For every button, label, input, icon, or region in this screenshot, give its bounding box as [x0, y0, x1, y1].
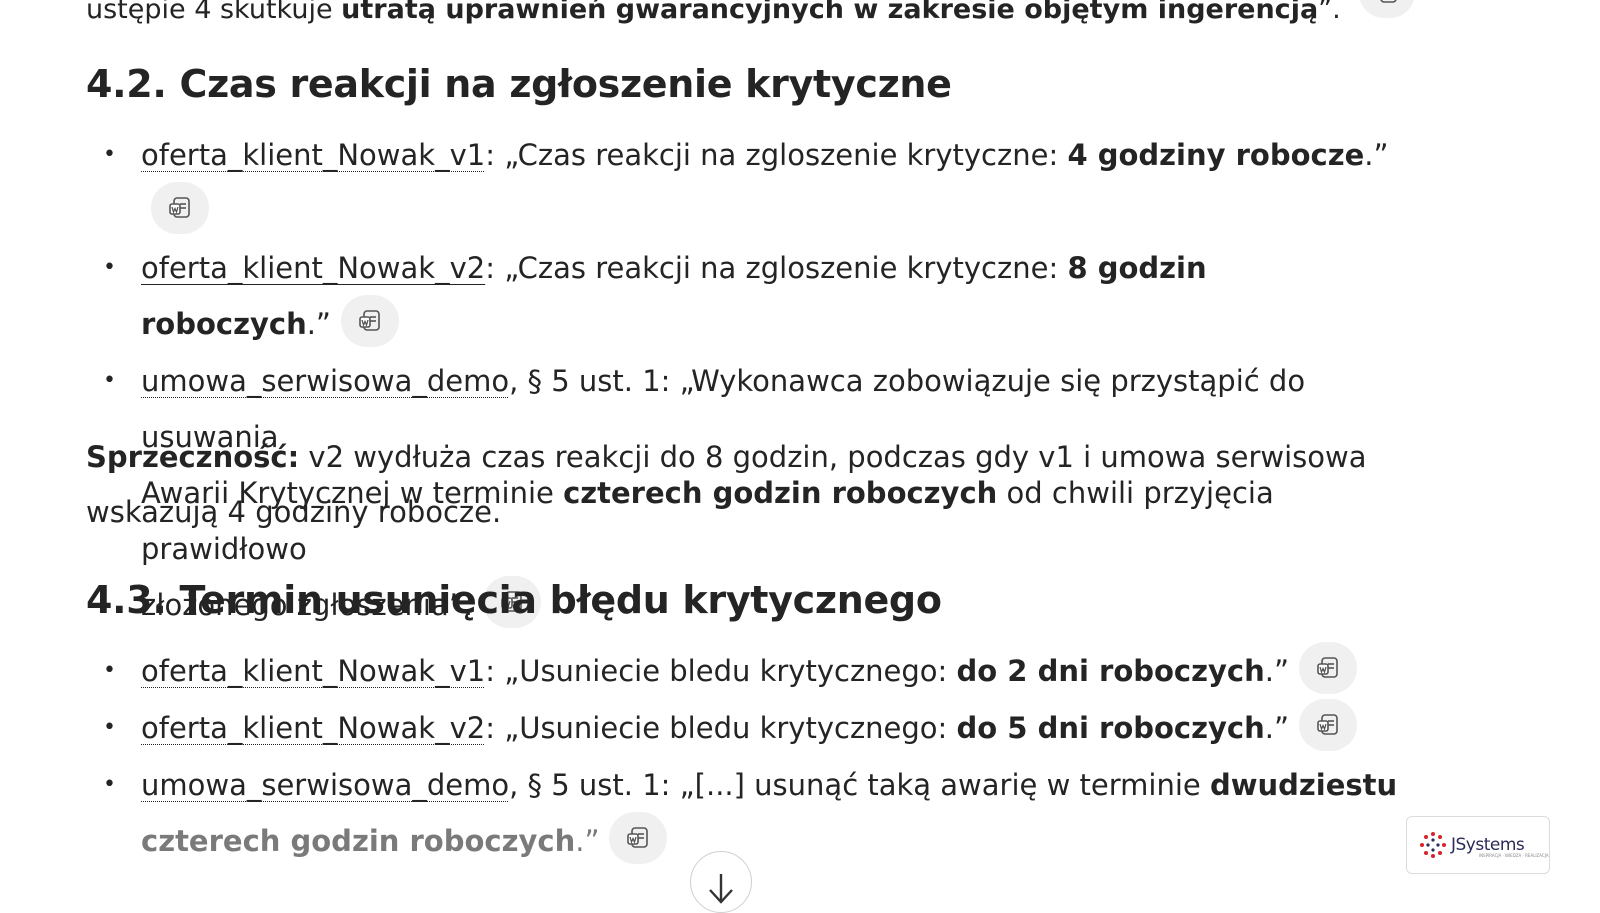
quote-bold: dwudziestu: [1209, 768, 1398, 802]
list-item: • oferta_klient_Nowak_v1: „Usuniecie ble…: [86, 642, 1406, 700]
conclusion-paragraph: Sprzeczność: v2 wydłuża czas reakcji do …: [86, 430, 1386, 540]
citation-button[interactable]: [1299, 699, 1357, 751]
bullet: •: [103, 368, 116, 393]
quote-text: : „Usuniecie bledu krytycznego:: [485, 654, 957, 688]
top-line-bold: utratą uprawnień gwarancyjnych w zakresi…: [341, 0, 1319, 25]
section-heading-4-3: 4.3. Termin usunięcia błędu krytycznego: [86, 578, 942, 622]
source-link[interactable]: oferta_klient_Nowak_v1: [141, 138, 485, 172]
bullet: •: [103, 658, 116, 683]
citation-button[interactable]: [609, 812, 668, 864]
brand-logo-card: JSystems INSPIRACJA · WIEDZA · REALIZACJ…: [1406, 816, 1550, 874]
quote-text: : „Czas reakcji na zgloszenie krytyczne:: [485, 251, 1068, 285]
conclusion-text-2: wskazują 4 godziny robocze.: [86, 495, 502, 529]
section-4-2-list: • oferta_klient_Nowak_v1: „Czas reakcji …: [86, 127, 1406, 634]
quote-tail: .”: [1264, 654, 1289, 688]
word-document-icon: [627, 827, 649, 848]
quote-text: , § 5 ust. 1: „[...] usunąć taką awarię …: [509, 768, 1210, 802]
citation-button[interactable]: [1299, 642, 1357, 694]
bullet: •: [103, 715, 116, 740]
quote-text: : „Czas reakcji na zgloszenie krytyczne:: [485, 138, 1068, 172]
bullet: •: [103, 142, 116, 167]
section-heading-4-2: 4.2. Czas reakcji na zgłoszenie krytyczn…: [86, 62, 952, 106]
word-document-icon: [1317, 714, 1338, 735]
quote-bold: do 5 dni roboczych: [956, 711, 1265, 745]
top-line-suffix: ”.: [1318, 0, 1341, 25]
citation-button[interactable]: [151, 182, 209, 234]
word-document-icon: [169, 197, 190, 218]
word-document-icon: [1317, 657, 1338, 678]
logo-tagline: INSPIRACJA · WIEDZA · REALIZACJA: [1479, 853, 1549, 858]
quote-text: : „Usuniecie bledu krytycznego:: [485, 711, 957, 745]
scroll-to-bottom-button[interactable]: [690, 851, 752, 913]
list-item: • oferta_klient_Nowak_v2: „Czas reakcji …: [86, 240, 1406, 353]
source-link[interactable]: oferta_klient_Nowak_v2: [141, 711, 485, 745]
source-link[interactable]: umowa_serwisowa_demo: [141, 364, 509, 398]
logo-brand-text: JSystems: [1451, 835, 1525, 855]
quote-bold: 4 godziny robocze: [1067, 138, 1365, 172]
quote-bold: do 2 dni roboczych: [956, 654, 1265, 688]
quote-tail: .”: [1364, 138, 1389, 172]
list-item: • oferta_klient_Nowak_v2: „Usuniecie ble…: [86, 699, 1406, 757]
quote-tail: .”: [575, 824, 600, 858]
list-item: • oferta_klient_Nowak_v1: „Czas reakcji …: [86, 127, 1406, 240]
arrow-down-icon: [709, 874, 733, 904]
citation-button[interactable]: [340, 295, 399, 347]
citation-button[interactable]: [1359, 0, 1416, 18]
quote-tail: .”: [1264, 711, 1289, 745]
bullet: •: [103, 255, 116, 280]
source-link[interactable]: umowa_serwisowa_demo: [141, 768, 509, 802]
bullet: •: [103, 772, 116, 797]
source-link[interactable]: oferta_klient_Nowak_v1: [141, 654, 485, 688]
quote-bold-faded: czterech godzin roboczych: [141, 824, 576, 858]
word-document-icon: [359, 310, 380, 331]
conclusion-text: v2 wydłuża czas reakcji do 8 godzin, pod…: [299, 440, 1367, 474]
jsystems-logo-icon: [1420, 832, 1446, 858]
section-4-3-list: • oferta_klient_Nowak_v1: „Usuniecie ble…: [86, 642, 1406, 870]
top-line-prefix: ustępie 4 skutkuje: [86, 0, 342, 25]
word-document-icon: [1380, 0, 1398, 3]
source-link[interactable]: oferta_klient_Nowak_v2: [141, 251, 485, 285]
conclusion-label: Sprzeczność:: [86, 440, 300, 474]
quote-tail: .”: [306, 307, 331, 341]
list-item: • umowa_serwisowa_demo, § 5 ust. 1: „[..…: [86, 757, 1406, 870]
partial-top-line: ustępie 4 skutkuje utratą uprawnień gwar…: [86, 0, 1416, 36]
